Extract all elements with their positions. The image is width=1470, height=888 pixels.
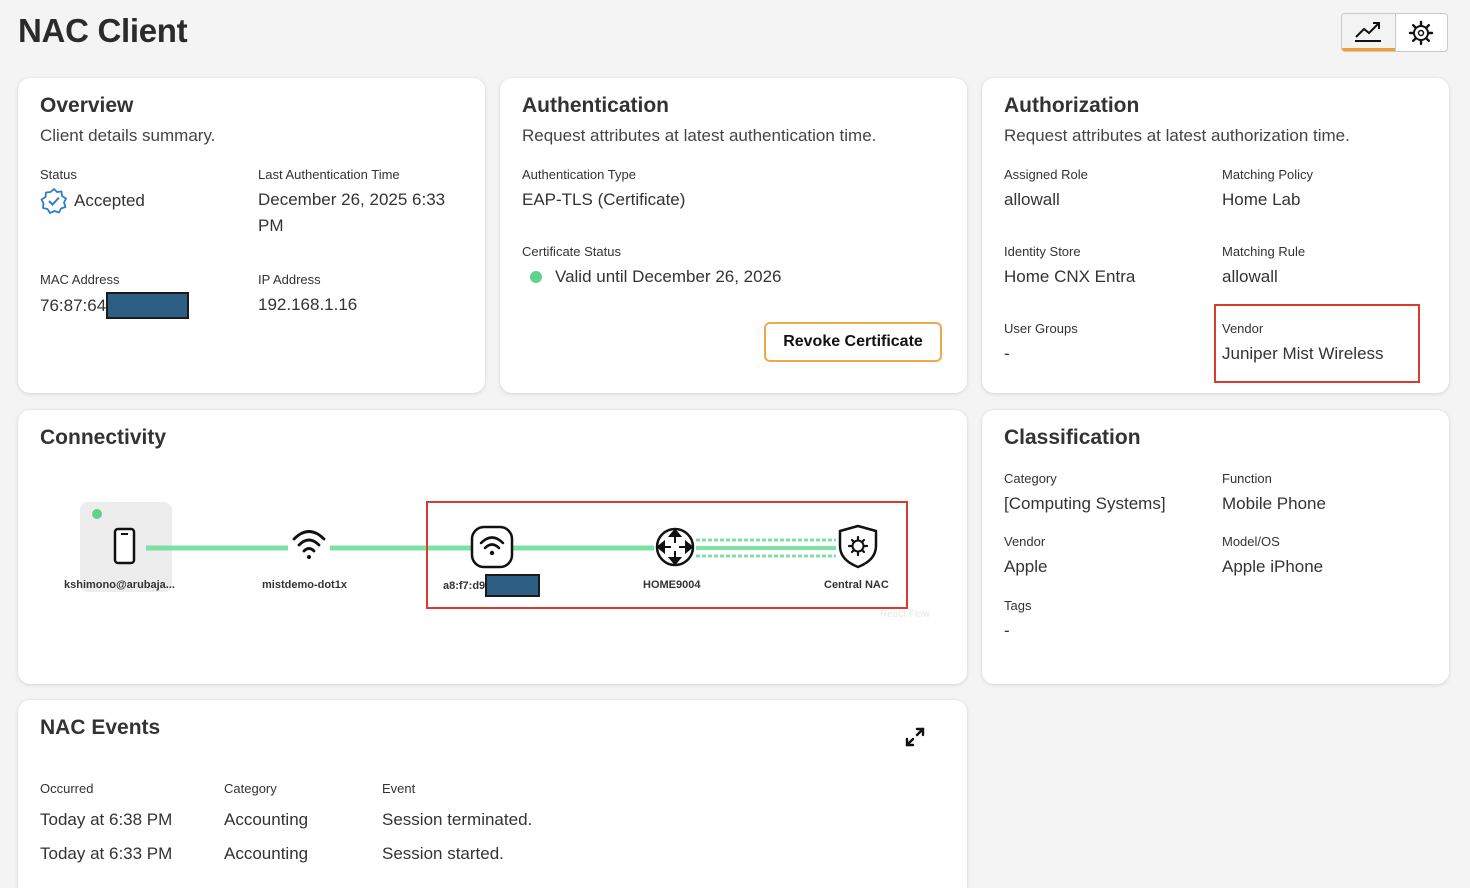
insights-button[interactable] bbox=[1342, 14, 1395, 51]
category-value: [Computing Systems] bbox=[1004, 494, 1166, 513]
connectivity-card: Connectivity kshimono@arubaja... mistdem… bbox=[18, 410, 967, 684]
last-auth-value-line2: PM bbox=[258, 216, 284, 235]
phone-icon bbox=[113, 527, 136, 565]
matching-rule-value: allowall bbox=[1222, 267, 1278, 286]
event-row-1-occurred: Today at 6:38 PM bbox=[40, 810, 173, 829]
tags-label: Tags bbox=[1004, 598, 1032, 613]
matching-rule-field: Matching Rule allowall bbox=[1222, 243, 1305, 290]
assigned-role-field: Assigned Role allowall bbox=[1004, 166, 1088, 213]
cert-status-label: Certificate Status bbox=[522, 244, 621, 259]
node-label-client[interactable]: kshimono@arubaja... bbox=[64, 579, 175, 591]
mac-field: MAC Address 76:87:64 bbox=[40, 271, 190, 319]
node-label-ssid[interactable]: mistdemo-dot1x bbox=[262, 579, 347, 591]
ip-label: IP Address bbox=[258, 272, 321, 287]
vendor-highlight-box bbox=[1214, 304, 1420, 383]
matching-rule-label: Matching Rule bbox=[1222, 244, 1306, 259]
verified-badge-icon bbox=[40, 188, 67, 214]
user-groups-field: User Groups - bbox=[1004, 320, 1078, 367]
authentication-subtitle: Request attributes at latest authenticat… bbox=[522, 126, 877, 145]
matching-policy-field: Matching Policy Home Lab bbox=[1222, 166, 1313, 213]
overview-subtitle: Client details summary. bbox=[40, 126, 216, 145]
expand-button[interactable] bbox=[902, 724, 928, 750]
status-label: Status bbox=[40, 167, 77, 182]
client-status-dot bbox=[92, 509, 102, 519]
category-label: Category bbox=[1004, 471, 1057, 486]
tags-field: Tags - bbox=[1004, 597, 1031, 644]
cert-status-dot bbox=[530, 271, 542, 283]
function-label: Function bbox=[1222, 471, 1272, 486]
mac-label: MAC Address bbox=[40, 272, 120, 287]
page-title: NAC Client bbox=[18, 12, 188, 49]
nac-events-card: NAC Events Occurred Category Event Today… bbox=[18, 700, 967, 888]
overview-card: Overview Client details summary. Status … bbox=[18, 78, 485, 393]
assigned-role-value: allowall bbox=[1004, 190, 1060, 209]
mac-redaction bbox=[106, 292, 190, 319]
settings-button[interactable] bbox=[1394, 14, 1448, 51]
classification-card: Classification Category [Computing Syste… bbox=[982, 410, 1449, 684]
identity-store-field: Identity Store Home CNX Entra bbox=[1004, 243, 1135, 290]
model-os-field: Model/OS Apple iPhone bbox=[1222, 533, 1323, 580]
function-field: Function Mobile Phone bbox=[1222, 470, 1326, 517]
event-row-1-category: Accounting bbox=[224, 810, 309, 829]
class-vendor-value: Apple bbox=[1004, 557, 1048, 576]
user-groups-label: User Groups bbox=[1004, 321, 1078, 336]
mac-value: 76:87:64 bbox=[40, 295, 107, 315]
classification-title: Classification bbox=[1004, 426, 1141, 449]
model-os-label: Model/OS bbox=[1222, 534, 1280, 549]
class-vendor-field: Vendor Apple bbox=[1004, 533, 1047, 580]
event-row-1-event: Session terminated. bbox=[382, 810, 533, 829]
col-header-occurred: Occurred bbox=[40, 781, 94, 796]
auth-type-label: Authentication Type bbox=[522, 167, 636, 182]
category-field: Category [Computing Systems] bbox=[1004, 470, 1166, 517]
authorization-title: Authorization bbox=[1004, 94, 1140, 117]
identity-store-label: Identity Store bbox=[1004, 244, 1081, 259]
event-row-2-event: Session started. bbox=[382, 844, 504, 863]
event-row-2-occurred: Today at 6:33 PM bbox=[40, 844, 173, 863]
trend-chart-icon bbox=[1355, 22, 1382, 42]
cert-status-field: Certificate Status Valid until December … bbox=[522, 243, 782, 290]
view-toolbar bbox=[1341, 13, 1448, 52]
last-auth-value-line1: December 26, 2025 6:33 bbox=[258, 190, 446, 209]
event-row-2-category: Accounting bbox=[224, 844, 309, 863]
matching-policy-label: Matching Policy bbox=[1222, 167, 1314, 182]
cert-status-value: Valid until December 26, 2026 bbox=[555, 267, 782, 286]
tags-value: - bbox=[1004, 621, 1010, 640]
ip-value: 192.168.1.16 bbox=[258, 295, 358, 314]
matching-policy-value: Home Lab bbox=[1222, 190, 1301, 209]
class-vendor-label: Vendor bbox=[1004, 534, 1046, 549]
last-auth-field: Last Authentication Time December 26, 20… bbox=[258, 166, 468, 239]
authorization-subtitle: Request attributes at latest authorizati… bbox=[1004, 126, 1350, 145]
nac-events-title: NAC Events bbox=[40, 716, 161, 739]
identity-store-value: Home CNX Entra bbox=[1004, 267, 1136, 286]
col-header-event: Event bbox=[382, 781, 416, 796]
model-os-value: Apple iPhone bbox=[1222, 557, 1324, 576]
authorization-card: Authorization Request attributes at late… bbox=[982, 78, 1449, 393]
user-groups-value: - bbox=[1004, 344, 1010, 363]
overview-title: Overview bbox=[40, 94, 134, 117]
status-value: Accepted bbox=[74, 191, 145, 210]
col-header-category: Category bbox=[224, 781, 277, 796]
network-path-highlight-box bbox=[426, 501, 908, 609]
expand-icon bbox=[905, 727, 925, 747]
last-auth-label: Last Authentication Time bbox=[258, 167, 400, 182]
react-flow-watermark: React Flow bbox=[880, 609, 931, 620]
function-value: Mobile Phone bbox=[1222, 494, 1326, 513]
ip-field: IP Address 192.168.1.16 bbox=[258, 271, 357, 318]
wifi-icon bbox=[289, 528, 329, 564]
status-field: Status Accepted bbox=[40, 166, 145, 215]
authentication-card: Authentication Request attributes at lat… bbox=[500, 78, 967, 393]
auth-type-value: EAP-TLS (Certificate) bbox=[522, 190, 686, 209]
revoke-certificate-button[interactable]: Revoke Certificate bbox=[764, 322, 942, 362]
auth-type-field: Authentication Type EAP-TLS (Certificate… bbox=[522, 166, 685, 213]
authentication-title: Authentication bbox=[522, 94, 669, 117]
gear-icon bbox=[1409, 20, 1434, 45]
assigned-role-label: Assigned Role bbox=[1004, 167, 1088, 182]
